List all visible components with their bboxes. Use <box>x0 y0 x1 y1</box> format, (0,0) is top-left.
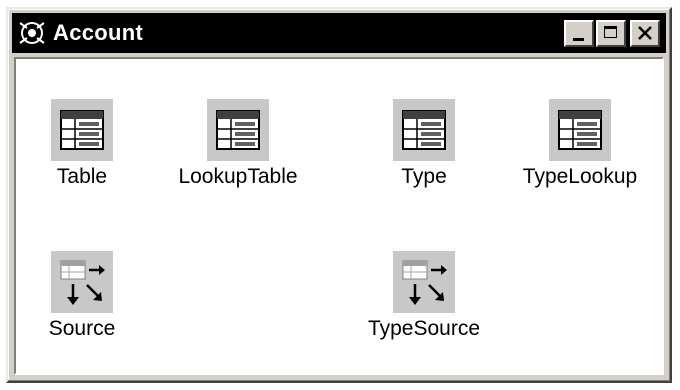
account-window: Account Table LookupTable Type TypeLooku… <box>6 7 672 383</box>
list-item-typelookup[interactable]: TypeLookup <box>510 99 650 189</box>
table-icon <box>51 99 113 161</box>
minimize-button[interactable] <box>564 19 594 47</box>
window-title: Account <box>53 20 144 45</box>
title-buttons <box>562 19 660 47</box>
list-item-lookuptable[interactable]: LookupTable <box>168 99 308 189</box>
close-icon <box>638 25 652 40</box>
table-icon <box>549 99 611 161</box>
close-button[interactable] <box>630 19 660 47</box>
table-icon <box>207 99 269 161</box>
minimize-icon <box>573 37 584 41</box>
item-label: Type <box>401 165 447 188</box>
query-source-icon <box>393 251 455 313</box>
maximize-button[interactable] <box>596 19 626 47</box>
maximize-icon <box>604 25 617 38</box>
item-label: Source <box>48 317 116 340</box>
list-item-table[interactable]: Table <box>12 99 152 189</box>
title-bar[interactable]: Account <box>12 13 666 53</box>
item-label: TypeSource <box>367 317 481 340</box>
query-icon <box>17 18 47 48</box>
query-source-icon <box>51 251 113 313</box>
object-list: Table LookupTable Type TypeLookup Source… <box>14 57 664 375</box>
item-label: LookupTable <box>178 165 298 188</box>
list-item-type[interactable]: Type <box>354 99 494 189</box>
table-icon <box>393 99 455 161</box>
list-item-source[interactable]: Source <box>12 251 152 341</box>
item-label: Table <box>56 165 108 188</box>
item-label: TypeLookup <box>522 165 638 188</box>
list-item-typesource[interactable]: TypeSource <box>354 251 494 341</box>
